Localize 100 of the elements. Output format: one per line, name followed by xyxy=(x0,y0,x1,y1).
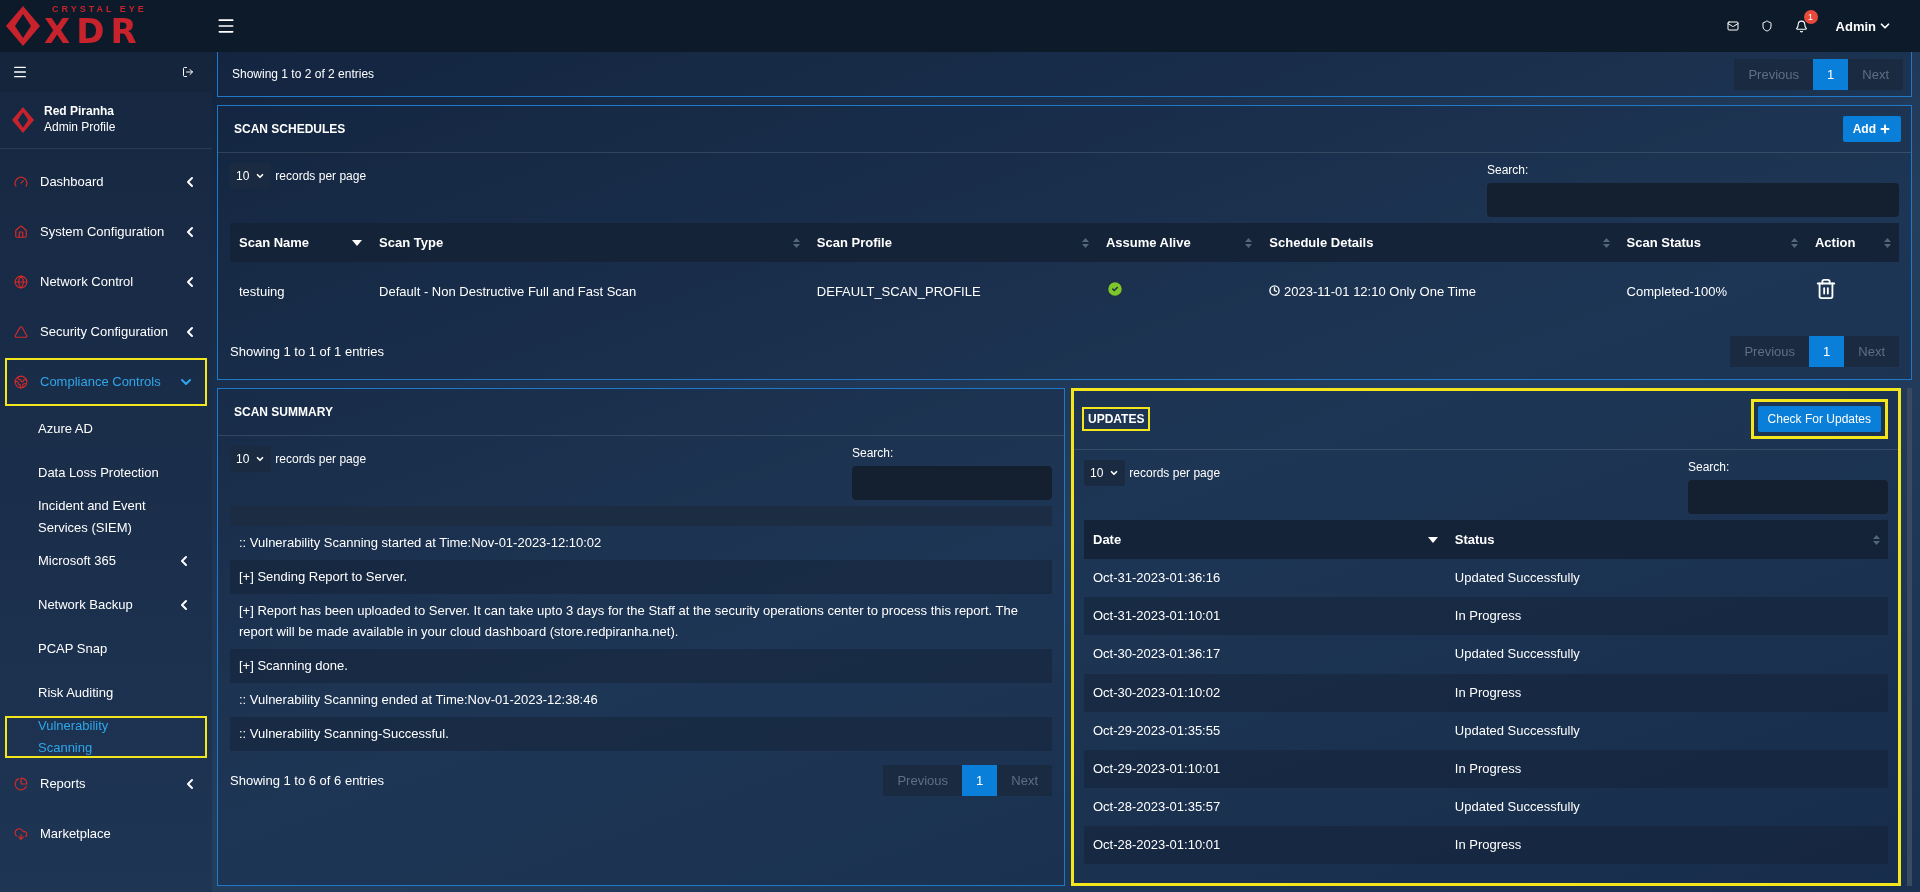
sidebar-subitem[interactable]: Risk Auditing xyxy=(0,671,212,715)
page-size-label: records per page xyxy=(1129,466,1221,481)
panel-title: UPDATES xyxy=(1084,409,1149,430)
panel-title: SCAN SCHEDULES xyxy=(233,121,347,138)
sidebar-item[interactable]: Network Control xyxy=(0,257,212,307)
mail-icon[interactable] xyxy=(1726,20,1739,32)
sidebar-subitem[interactable]: PCAP Snap xyxy=(0,627,212,671)
menu-icon[interactable] xyxy=(216,16,236,36)
sidebar-subitem[interactable]: Microsoft 365 xyxy=(0,539,212,583)
sidebar-item[interactable]: Compliance Controls xyxy=(4,357,208,407)
logo-wordmark: XDR xyxy=(44,13,143,48)
pagination-button[interactable]: 1 xyxy=(1813,58,1849,90)
sidebar-subitem[interactable]: Data Loss Protection xyxy=(0,451,212,495)
sidebar-subitem[interactable]: Network Backup xyxy=(0,583,212,627)
column-header[interactable]: Scan Profile xyxy=(807,223,1097,262)
log-entry: [+] Report has been uploaded to Server. It can take upto 3 days for the Staff at the security operations center to process this report. The report will be made available in your cloud dashboard (store.redpiranha.net). xyxy=(230,594,1052,649)
shield-icon[interactable] xyxy=(1760,20,1773,32)
column-header[interactable]: Status xyxy=(1445,520,1888,560)
sidebar-item[interactable]: System Configuration xyxy=(0,207,212,257)
search-label: Search: xyxy=(1487,163,1530,177)
page-size-label: records per page xyxy=(275,169,367,183)
page-size-select[interactable]: 10 xyxy=(1084,460,1126,487)
user-menu[interactable]: Admin xyxy=(1829,17,1898,35)
column-header[interactable]: Date xyxy=(1084,520,1446,560)
sidebar-subitem[interactable]: Incident and Event Services (SIEM) xyxy=(0,495,212,539)
bell-icon[interactable] xyxy=(1794,19,1808,33)
log-entry: [+] Scanning done. xyxy=(230,648,1052,683)
entries-info: Showing 1 to 6 of 6 entries xyxy=(230,773,384,789)
sort-icon[interactable] xyxy=(792,237,800,248)
table-cell: Oct-28-2023-01:35:57 xyxy=(1084,788,1446,827)
panel-title: SCAN SUMMARY xyxy=(233,404,334,422)
table-cell: Oct-30-2023-01:10:02 xyxy=(1084,673,1446,712)
check-updates-button[interactable]: Check For Updates xyxy=(1757,406,1881,433)
nav-icon xyxy=(14,777,28,791)
pagination-button[interactable]: 1 xyxy=(1809,336,1845,368)
search-field[interactable] xyxy=(852,466,1052,501)
delete-icon[interactable] xyxy=(1814,278,1837,300)
column-header[interactable]: Schedule Details xyxy=(1260,223,1618,262)
sort-icon[interactable] xyxy=(1884,237,1891,248)
table-cell: 2023-11-01 12:10 Only One Time xyxy=(1260,262,1618,323)
log-entry: :: Vulnerability Scanning started at Time:Nov-01-2023-12:10:02 xyxy=(230,526,1052,561)
log-entry: :: Vulnerability Scanning ended at Time:Nov-01-2023-12:38:46 xyxy=(230,682,1052,717)
nav-icon xyxy=(14,225,28,239)
search-field[interactable] xyxy=(1688,480,1888,515)
nav-icon xyxy=(14,325,28,339)
entries-info: Showing 1 to 1 of 1 entries xyxy=(230,344,384,360)
sidebar-item[interactable]: Security Configuration xyxy=(0,307,212,357)
column-header[interactable]: Assume Alive xyxy=(1096,223,1261,262)
sort-icon[interactable] xyxy=(1873,534,1880,545)
sort-descending-icon[interactable] xyxy=(1427,536,1438,543)
nav-icon xyxy=(14,175,28,189)
sidebar-item[interactable]: Reports xyxy=(0,759,212,809)
sort-icon[interactable] xyxy=(1081,237,1089,248)
add-button[interactable]: Add xyxy=(1842,116,1901,142)
table-cell: In Progress xyxy=(1445,826,1888,865)
column-header[interactable]: Scan Name xyxy=(230,223,371,262)
nav-icon xyxy=(14,275,28,289)
page-size-label: records per page xyxy=(275,452,367,467)
table-cell: DEFAULT_SCAN_PROFILE xyxy=(807,262,1097,323)
column-header[interactable]: Scan Type xyxy=(370,223,808,262)
logout-icon[interactable] xyxy=(182,66,194,78)
logo-icon xyxy=(6,6,40,46)
column-header[interactable]: Scan Status xyxy=(1617,223,1806,262)
notification-badge: 1 xyxy=(1803,9,1818,24)
table-cell: Oct-28-2023-01:10:01 xyxy=(1084,826,1446,865)
sort-icon[interactable] xyxy=(1790,237,1798,248)
sort-icon[interactable] xyxy=(1602,237,1610,248)
sort-icon[interactable] xyxy=(1245,237,1253,248)
log-entry: [+] Sending Report to Server. xyxy=(230,560,1052,595)
table-cell: Updated Successfully xyxy=(1445,635,1888,674)
clock-icon xyxy=(1269,285,1281,296)
pagination-button[interactable]: 1 xyxy=(962,765,998,797)
plus-icon xyxy=(1879,123,1891,135)
table-cell: Oct-31-2023-01:10:01 xyxy=(1084,597,1446,636)
sidebar-subitem[interactable]: Vulnerability Scanning xyxy=(4,715,208,759)
menu-icon[interactable] xyxy=(12,64,28,80)
nav-icon xyxy=(14,375,28,389)
table-cell: Updated Successfully xyxy=(1445,559,1888,598)
sidebar-subitem[interactable]: Azure AD xyxy=(0,407,212,451)
page-size-select[interactable]: 10 xyxy=(230,446,272,473)
search-label: Search: xyxy=(1688,460,1731,475)
table-cell: Oct-29-2023-01:10:01 xyxy=(1084,749,1446,788)
log-entry: :: Vulnerability Scanning-Successful. xyxy=(230,717,1052,752)
avatar-logo-icon xyxy=(12,107,34,133)
entries-info: Showing 1 to 2 of 2 entries xyxy=(232,67,375,81)
table-cell: testuing xyxy=(230,262,371,323)
column-header[interactable]: Action xyxy=(1805,223,1899,262)
nav-icon xyxy=(14,827,28,841)
table-cell: Updated Successfully xyxy=(1445,711,1888,750)
table-cell: Oct-30-2023-01:36:17 xyxy=(1084,635,1446,674)
sidebar-item[interactable]: Dashboard xyxy=(0,157,212,207)
page-size-select[interactable]: 10 xyxy=(230,163,272,189)
search-label: Search: xyxy=(852,446,895,461)
table-cell: In Progress xyxy=(1445,597,1888,636)
sidebar-item[interactable]: Marketplace xyxy=(0,809,212,859)
sort-descending-icon[interactable] xyxy=(352,239,363,246)
caret-icon xyxy=(255,171,266,181)
table-cell: Completed-100% xyxy=(1617,262,1806,323)
table-cell: Oct-29-2023-01:35:55 xyxy=(1084,711,1446,750)
search-field[interactable] xyxy=(1487,183,1899,217)
